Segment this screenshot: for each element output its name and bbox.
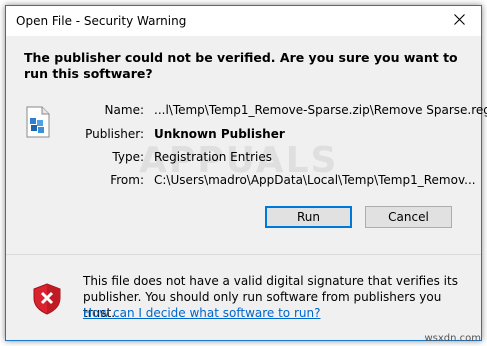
window-title: Open File - Security Warning: [16, 14, 187, 28]
publisher-label: Publisher:: [85, 127, 144, 141]
security-shield-icon: [32, 283, 62, 315]
dialog-footer: This file does not have a valid digital …: [6, 255, 481, 340]
publisher-value: Unknown Publisher: [154, 127, 285, 141]
registry-file-icon: [25, 106, 51, 138]
name-value: ...l\Temp\Temp1_Remove-Sparse.zip\Remove…: [154, 103, 487, 117]
dialog-heading: The publisher could not be verified. Are…: [24, 50, 458, 81]
run-button[interactable]: Run: [265, 206, 352, 228]
close-button[interactable]: [437, 6, 481, 36]
cancel-button[interactable]: Cancel: [365, 206, 452, 228]
name-label: Name:: [104, 103, 144, 117]
site-watermark: wsxdn.com: [424, 333, 481, 344]
help-link[interactable]: How can I decide what software to run?: [83, 306, 320, 320]
appuals-watermark: APPUALS: [139, 140, 339, 181]
from-label: From:: [110, 173, 144, 187]
close-icon: [453, 14, 465, 28]
type-label: Type:: [112, 150, 144, 164]
title-bar[interactable]: Open File - Security Warning: [6, 6, 481, 36]
